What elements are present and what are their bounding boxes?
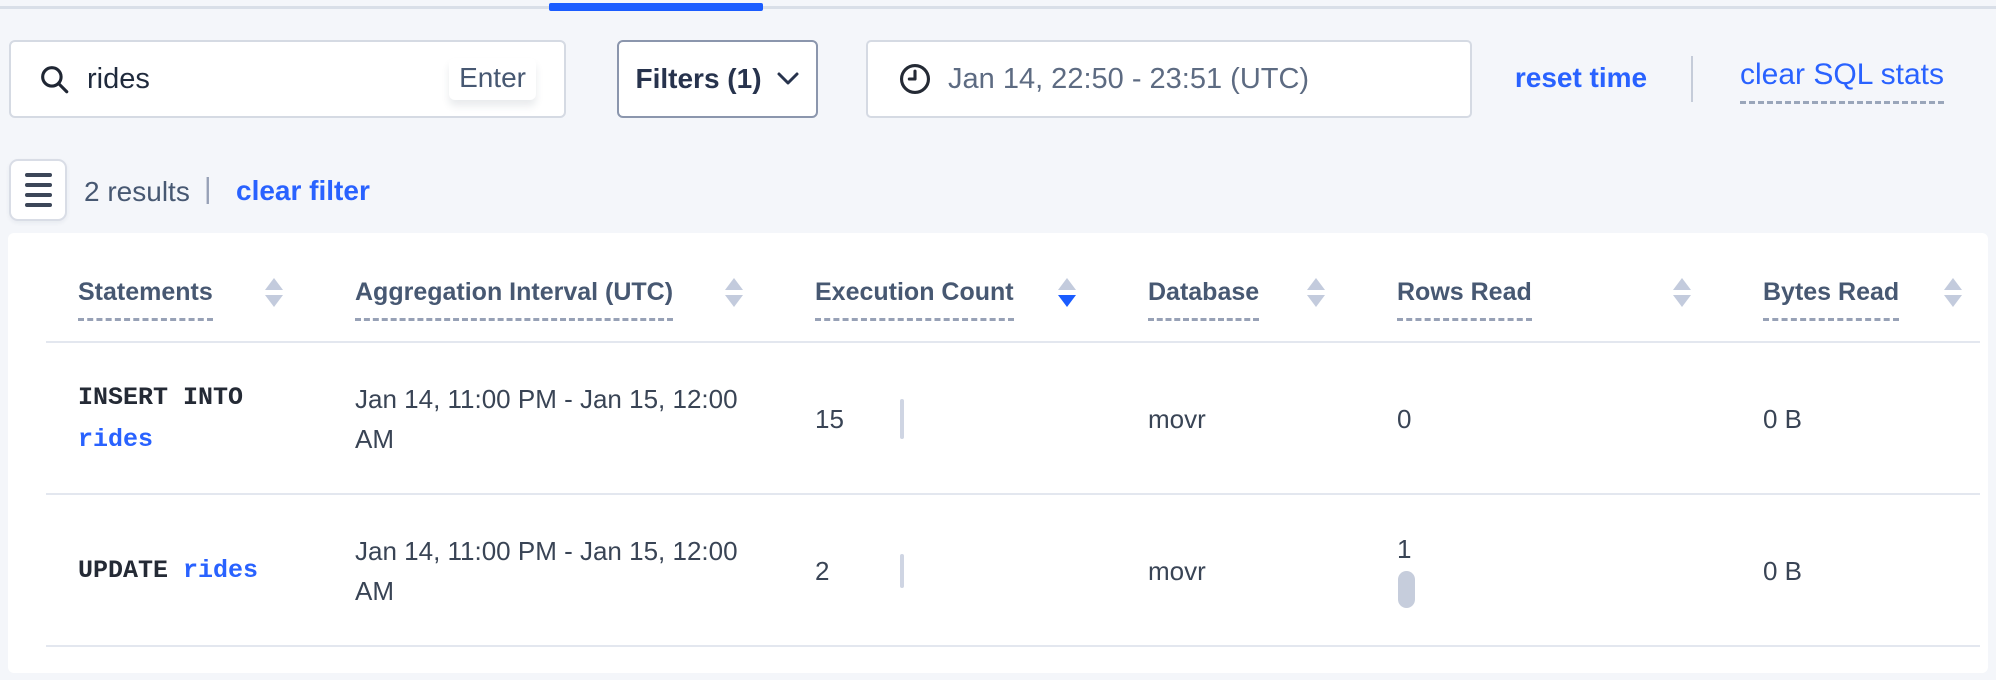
rows-read-bar [1398, 571, 1415, 608]
execution-count-bar [900, 399, 904, 439]
statements-table-card: Statements Aggregation Interval (UTC) Ex… [8, 233, 1988, 673]
rows-read-value: 1 [1397, 534, 1411, 565]
column-header-aggregation-interval[interactable]: Aggregation Interval (UTC) [355, 278, 815, 343]
time-range-picker[interactable]: Jan 14, 22:50 - 23:51 (UTC) [866, 40, 1472, 118]
toolbar-divider [1691, 56, 1693, 102]
results-count: 2 results [84, 176, 190, 208]
sort-icon[interactable] [1673, 278, 1691, 307]
chevron-down-icon [776, 71, 800, 87]
table-row: INSERT INTO rides Jan 14, 11:00 PM - Jan… [8, 343, 1988, 495]
bytes-read-cell: 0 B [1763, 556, 1988, 587]
execution-count-value: 15 [815, 404, 900, 435]
column-header-statements[interactable]: Statements [78, 278, 355, 343]
statement-keyword: UPDATE [78, 556, 168, 585]
statement-link[interactable]: rides [78, 425, 153, 454]
rows-read-value: 0 [1397, 404, 1411, 435]
reset-time-link[interactable]: reset time [1513, 62, 1649, 94]
column-header-execution-count[interactable]: Execution Count [815, 278, 1148, 343]
filters-dropdown-button[interactable]: Filters (1) [617, 40, 818, 118]
statement-cell: INSERT INTO rides [78, 377, 298, 461]
column-header-label[interactable]: Statements [78, 278, 213, 321]
search-input[interactable] [87, 63, 449, 96]
execution-count-value: 2 [815, 556, 900, 587]
rows-read-cell: 1 [1397, 534, 1763, 608]
column-header-label[interactable]: Aggregation Interval (UTC) [355, 278, 673, 321]
search-icon [37, 62, 71, 96]
sort-icon[interactable] [725, 278, 743, 307]
enter-key-hint: Enter [449, 58, 536, 100]
column-header-label[interactable]: Execution Count [815, 278, 1014, 321]
statement-search-box[interactable]: Enter [9, 40, 566, 118]
statement-link[interactable]: rides [183, 556, 258, 585]
sort-icon[interactable] [1307, 278, 1325, 307]
table-header-row: Statements Aggregation Interval (UTC) Ex… [8, 233, 1988, 343]
sort-icon[interactable] [1944, 278, 1962, 307]
aggregation-interval-cell: Jan 14, 11:00 PM - Jan 15, 12:00 AM [355, 379, 755, 459]
clear-filter-link[interactable]: clear filter [236, 175, 370, 207]
column-header-label[interactable]: Rows Read [1397, 278, 1532, 321]
column-header-label[interactable]: Database [1148, 278, 1259, 321]
column-selector-button[interactable] [9, 159, 67, 221]
execution-count-cell: 15 [815, 399, 1148, 439]
database-cell: movr [1148, 556, 1397, 587]
tab-bar-baseline [0, 6, 1996, 9]
bytes-read-cell: 0 B [1763, 404, 1988, 435]
column-header-bytes-read[interactable]: Bytes Read [1763, 278, 1988, 343]
column-header-label[interactable]: Bytes Read [1763, 278, 1899, 321]
database-cell: movr [1148, 404, 1397, 435]
column-header-rows-read[interactable]: Rows Read [1397, 278, 1763, 343]
time-range-label: Jan 14, 22:50 - 23:51 (UTC) [948, 63, 1309, 96]
clear-sql-stats-link[interactable]: clear SQL stats [1740, 58, 1944, 104]
aggregation-interval-cell: Jan 14, 11:00 PM - Jan 15, 12:00 AM [355, 531, 755, 611]
column-header-database[interactable]: Database [1148, 278, 1397, 343]
results-divider: | [204, 173, 212, 206]
clock-icon [898, 62, 932, 96]
table-row: UPDATE rides Jan 14, 11:00 PM - Jan 15, … [8, 495, 1988, 647]
execution-count-cell: 2 [815, 554, 1148, 588]
filters-button-label: Filters (1) [635, 63, 761, 95]
active-tab-underline [549, 3, 763, 11]
statement-cell: UPDATE rides [78, 550, 298, 592]
rows-read-cell: 0 [1397, 404, 1763, 435]
execution-count-bar [900, 554, 904, 588]
statement-keyword: INSERT INTO [78, 383, 243, 412]
sort-icon[interactable] [265, 278, 283, 307]
menu-lines-icon [25, 173, 52, 207]
sort-icon-active-desc[interactable] [1058, 278, 1076, 307]
